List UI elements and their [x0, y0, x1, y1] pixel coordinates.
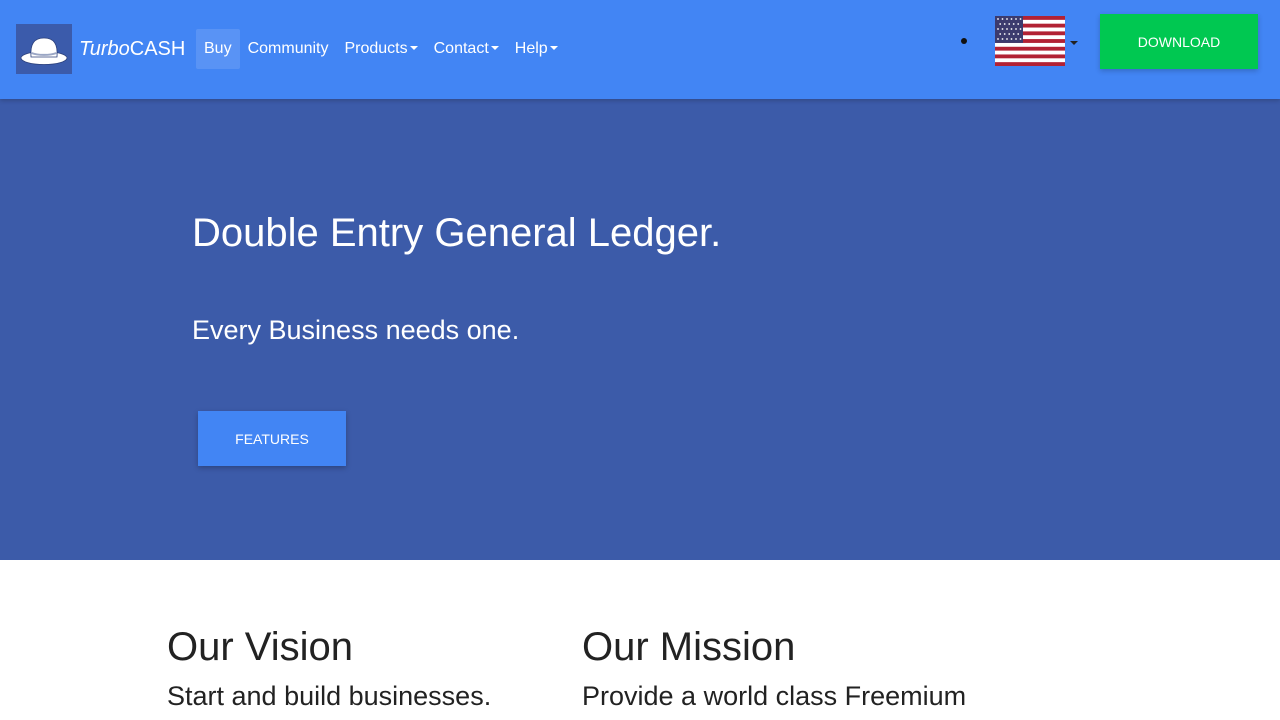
caret-down-icon: [549, 45, 558, 50]
mission-section: Our Mission Provide a world class Freemi…: [582, 622, 966, 714]
nav-item-buy[interactable]: Buy: [196, 29, 240, 69]
vision-heading: Our Vision: [167, 625, 354, 669]
caret-down-icon: [490, 45, 499, 50]
nav-item-help[interactable]: Help: [507, 29, 566, 69]
brand-link[interactable]: TurboCASH: [16, 24, 185, 74]
bowler-hat-logo-icon: [16, 24, 72, 74]
main-nav: Buy Community Products Contact Help: [196, 29, 566, 69]
caret-down-icon: [409, 45, 418, 50]
mission-heading: Our Mission: [582, 625, 796, 669]
vision-text: Start and build businesses.: [167, 681, 492, 711]
nav-item-community[interactable]: Community: [240, 29, 337, 69]
vision-section: Our Vision Start and build businesses.: [167, 622, 491, 714]
features-button[interactable]: Features: [198, 411, 346, 466]
nav-item-contact[interactable]: Contact: [426, 29, 507, 69]
hero-title: Double Entry General Ledger.: [192, 211, 722, 255]
us-flag-icon: [995, 16, 1065, 71]
caret-down-icon: [1070, 40, 1078, 45]
language-selector[interactable]: [995, 16, 1078, 71]
download-button[interactable]: Download: [1100, 14, 1258, 69]
top-navbar: TurboCASH Buy Community Products Contact…: [0, 0, 1280, 99]
nav-item-products[interactable]: Products: [336, 29, 425, 69]
brand-name: TurboCASH: [79, 37, 186, 60]
mission-text: Provide a world class Freemium: [582, 681, 967, 711]
hero-section: Double Entry General Ledger. Every Busin…: [0, 99, 1280, 560]
list-bullet: [961, 38, 967, 44]
hero-subtitle: Every Business needs one.: [192, 315, 520, 345]
